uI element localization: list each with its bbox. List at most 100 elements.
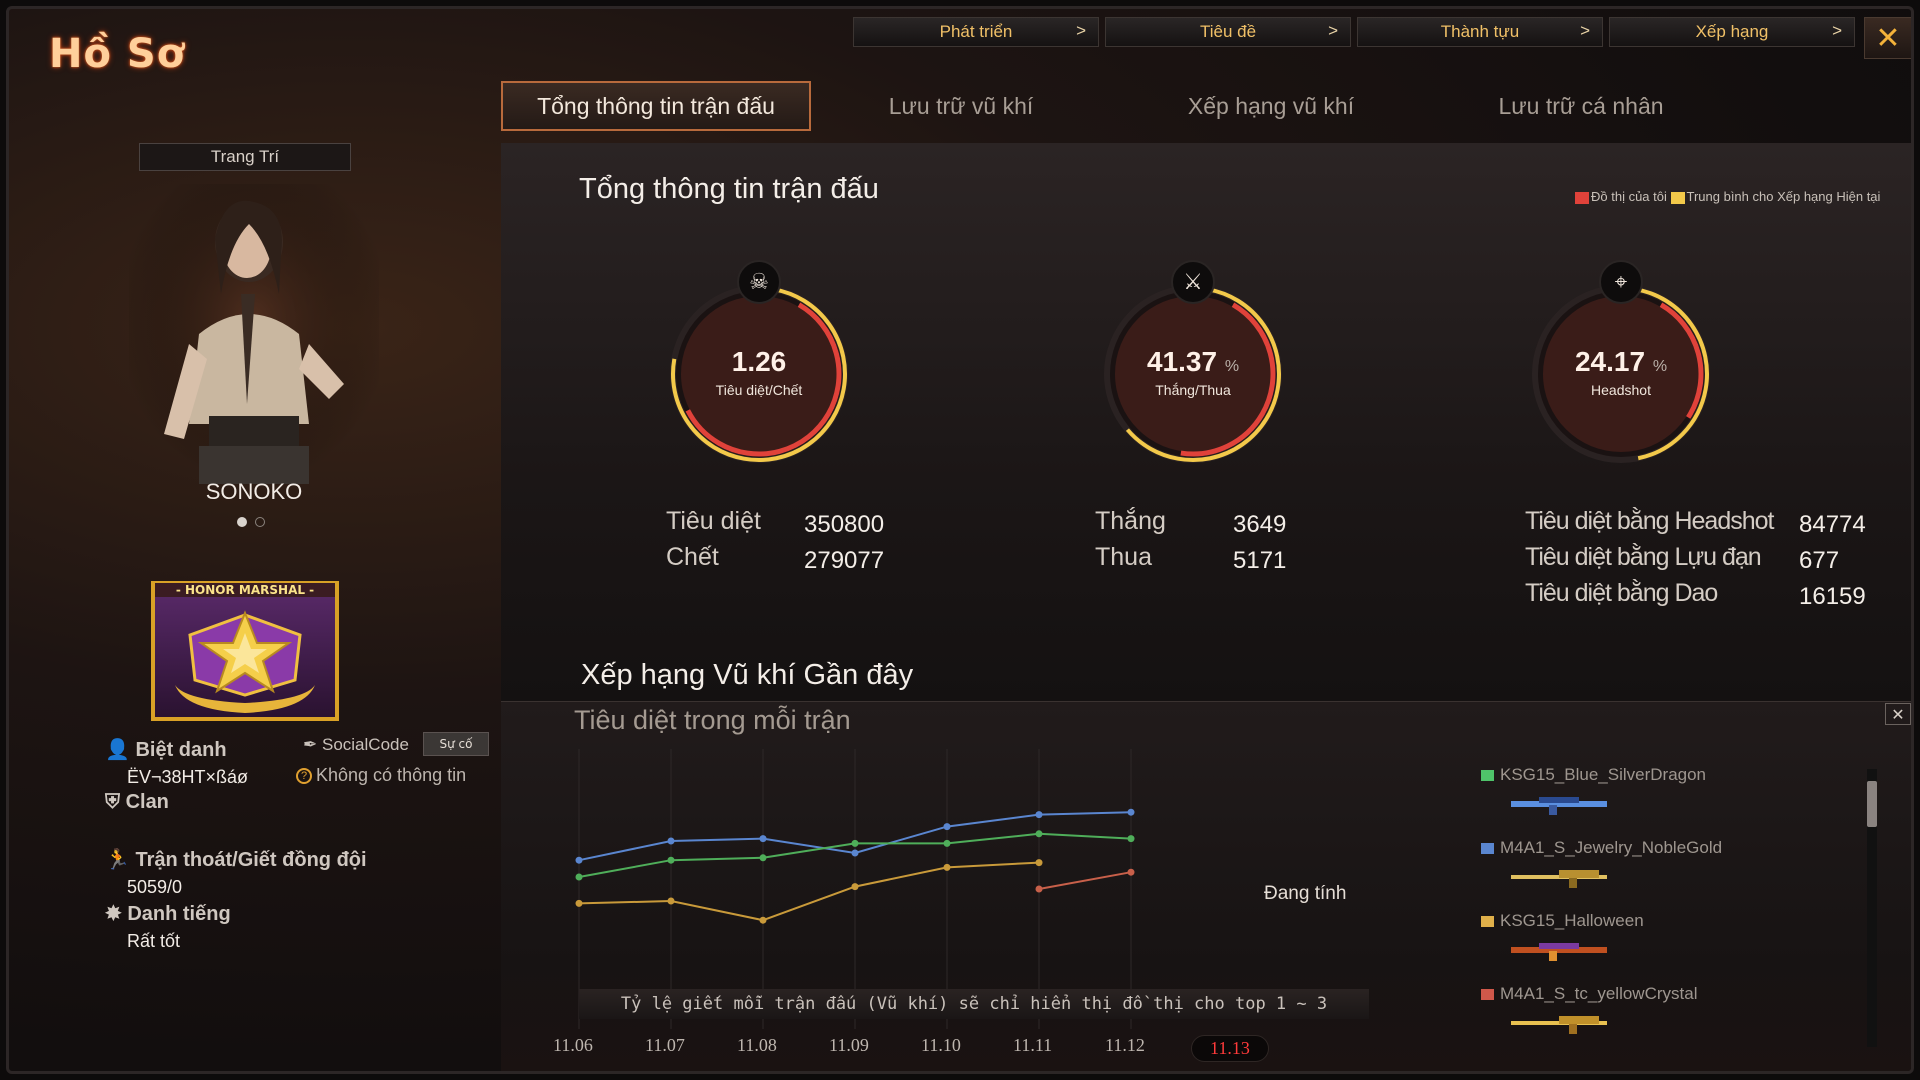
profile-window: Hồ Sơ Phát triển > Tiêu đề > Thành tựu > Xế… [6, 6, 1914, 1074]
clan-label-text: Clan [125, 791, 169, 813]
x-tick-label[interactable]: 11.13 [1191, 1035, 1269, 1062]
chevron-right-icon: > [1328, 21, 1338, 40]
weapon-legend-item[interactable]: KSG15_Halloween [1481, 911, 1644, 931]
weapon-legend-item[interactable]: M4A1_S_Jewelry_NobleGold [1481, 838, 1722, 858]
reputation-label-text: Danh tiếng [127, 903, 231, 925]
social-code-value: ? Không có thông tin [296, 765, 466, 786]
data-point [575, 873, 583, 881]
reputation-value: Rất tốt [127, 931, 181, 951]
tab-weapon-archive[interactable]: Lưu trữ vũ khí [811, 81, 1111, 131]
social-code-value-text: Không có thông tin [316, 765, 467, 785]
star-emblem-icon [175, 610, 315, 713]
losses-value: 5171 [1233, 547, 1287, 574]
x-tick-label[interactable]: 11.09 [829, 1035, 869, 1056]
chevron-right-icon: > [1580, 21, 1590, 40]
losses-label: Thua [1095, 543, 1152, 571]
weapon-name: M4A1_S_tc_yellowCrystal [1500, 984, 1698, 1003]
weapon-name: KSG15_Blue_SilverDragon [1500, 765, 1707, 784]
x-tick-label[interactable]: 11.06 [553, 1035, 593, 1056]
data-point [943, 839, 951, 847]
top-nav-achievements[interactable]: Thành tựu > [1357, 17, 1603, 47]
close-button[interactable]: ✕ [1864, 17, 1911, 59]
avatar-pager [237, 517, 265, 527]
weapon-name: KSG15_Halloween [1500, 911, 1644, 930]
chart-note: Tỷ lệ giết mỗi trận đấu (Vũ khí) sẽ chỉ … [579, 989, 1369, 1019]
knife-kills-value: 16159 [1799, 583, 1866, 610]
data-point [1035, 885, 1043, 893]
data-point [943, 823, 951, 831]
data-point [667, 856, 675, 864]
shotgun-blue-icon [1511, 797, 1607, 815]
deaths-value: 279077 [804, 547, 885, 574]
legend-swatch-avg [1670, 191, 1685, 204]
data-point [759, 854, 767, 862]
weapon-legend-item[interactable]: KSG15_Blue_SilverDragon [1481, 765, 1706, 785]
top-nav-ranking[interactable]: Xếp hạng > [1609, 17, 1855, 47]
top-nav-develop[interactable]: Phát triển > [853, 17, 1099, 47]
question-icon: ? [296, 768, 312, 785]
legend-scrollbar[interactable] [1867, 769, 1877, 1047]
nickname-label-text: Biệt danh [135, 739, 227, 761]
crossed-swords-icon: ⚔ [1171, 260, 1215, 304]
headshot-gauge: ⌖ 24.17 % Headshot [1521, 260, 1721, 474]
legend-swatch [1481, 989, 1494, 1001]
grenade-kills-label: Tiêu diệt bằng Lựu đạn [1525, 543, 1762, 571]
top-nav: Phát triển > Tiêu đề > Thành tựu > Xếp hạng… [853, 17, 1855, 47]
running-icon: 🏃 [105, 849, 130, 871]
legend-swatch [1481, 770, 1494, 782]
data-point [759, 835, 767, 843]
data-point [575, 856, 583, 864]
character-name: SONOKO [205, 479, 303, 504]
data-point [667, 837, 675, 845]
x-tick-label[interactable]: 11.11 [1013, 1035, 1052, 1056]
tab-weapon-ranking[interactable]: Xếp hạng vũ khí [1111, 81, 1431, 131]
weapon-ranking-title: Xếp hạng Vũ khí Gần đây [581, 659, 914, 691]
data-point [1035, 859, 1043, 867]
data-point [759, 916, 767, 924]
rifle-gold-icon [1511, 870, 1607, 888]
weapon-name: M4A1_S_Jewelry_NobleGold [1500, 838, 1723, 857]
gauge-number: 24.17 [1574, 346, 1646, 377]
social-code-label-text: SocialCode [321, 735, 409, 754]
quit-teamkill-value: 5059/0 [127, 877, 183, 897]
skull-icon: ☠ [737, 260, 781, 304]
nickname-value: ËV¬38HT×ßáø [127, 767, 249, 787]
x-tick-label[interactable]: 11.10 [921, 1035, 961, 1056]
quit-teamkill-label: 🏃 Trận thoát/Giết đồng đội [105, 847, 367, 872]
decorate-button[interactable]: Trang Trí [139, 143, 351, 171]
pager-dot[interactable] [237, 517, 247, 527]
weapon-legend-item[interactable]: M4A1_S_tc_yellowCrystal [1481, 984, 1697, 1004]
grenade-kills-value: 677 [1799, 547, 1840, 574]
clan-label: ⛨ Clan [105, 791, 169, 814]
gauge-number: 1.26 [731, 346, 787, 377]
window-title: Hồ Sơ [49, 31, 186, 77]
data-point [851, 849, 859, 857]
chevron-right-icon: > [1076, 21, 1086, 40]
x-tick-label[interactable]: 11.12 [1105, 1035, 1145, 1056]
chart-legend: Đồ thị của tôi Trung bình cho Xếp hạng H… [1575, 189, 1905, 205]
calculating-label: Đang tính [1264, 883, 1347, 904]
nickname-label: 👤 Biệt danh [105, 737, 227, 762]
pager-dot[interactable] [255, 517, 265, 527]
shotgun-halloween-icon [1511, 943, 1607, 961]
x-tick-label[interactable]: 11.08 [737, 1035, 777, 1056]
tab-match-summary[interactable]: Tổng thông tin trận đấu [501, 81, 811, 131]
kd-gauge: ☠ 1.26 Tiêu diệt/Chết [659, 260, 859, 474]
top-nav-title[interactable]: Tiêu đề > [1105, 17, 1351, 47]
rank-badge: - HONOR MARSHAL - [151, 581, 339, 721]
shield-icon: ⛨ [105, 791, 120, 813]
headshot-kills-value: 84774 [1799, 511, 1866, 538]
data-point [851, 883, 859, 891]
person-icon: 👤 [105, 739, 130, 761]
social-code-label: ✒ SocialCode [303, 735, 409, 755]
report-button[interactable]: Sự cố [423, 732, 489, 756]
headshot-kills-label: Tiêu diệt bằng Headshot [1525, 507, 1774, 535]
chevron-right-icon: > [1832, 21, 1842, 40]
tab-personal-archive[interactable]: Lưu trữ cá nhân [1431, 81, 1731, 131]
x-tick-label[interactable]: 11.07 [645, 1035, 685, 1056]
gauge-number: 41.37 [1146, 346, 1218, 377]
reputation-label: ✸ Danh tiếng [105, 901, 231, 926]
gauge-value: 41.37 % [1093, 346, 1293, 378]
scrollbar-thumb[interactable] [1867, 781, 1877, 827]
data-point [1035, 830, 1043, 838]
